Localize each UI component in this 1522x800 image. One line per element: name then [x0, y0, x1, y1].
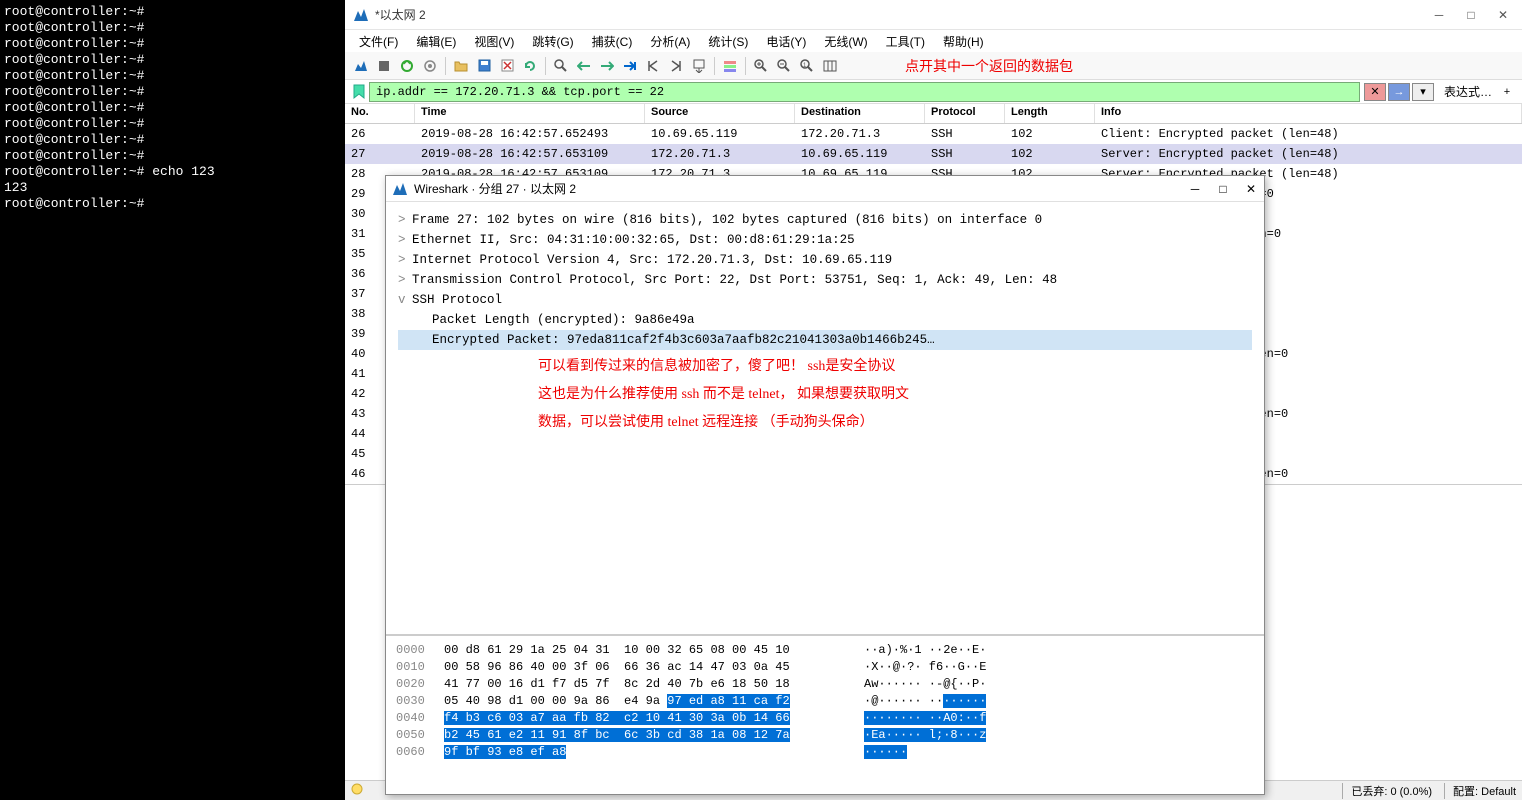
popup-title: Wireshark · 分组 27 · 以太网 2 [414, 180, 1188, 197]
save-file-icon[interactable] [474, 56, 494, 76]
menu-item[interactable]: 统计(S) [700, 31, 756, 52]
popup-minimize-button[interactable]: ─ [1188, 182, 1202, 196]
tree-row[interactable]: Encrypted Packet: 97eda811caf2f4b3c603a7… [398, 330, 1252, 350]
hex-row[interactable]: 0050b2 45 61 e2 11 91 8f bc 6c 3b cd 38 … [396, 727, 1254, 744]
packet-row[interactable]: 262019-08-28 16:42:57.65249310.69.65.119… [345, 124, 1522, 144]
tree-row[interactable]: >Internet Protocol Version 4, Src: 172.2… [398, 250, 1252, 270]
toolbar: 1 点开其中一个返回的数据包 [345, 52, 1522, 80]
restart-capture-icon[interactable] [397, 56, 417, 76]
column-header[interactable]: Info [1095, 104, 1522, 123]
apply-filter-button[interactable]: → [1388, 83, 1410, 101]
zoom-reset-icon[interactable]: 1 [797, 56, 817, 76]
annotation-text: 这也是为什么推荐使用 ssh 而不是 telnet， 如果想要获取明文 [538, 384, 1252, 406]
toolbar-separator [545, 57, 546, 75]
annotation-text: 可以看到传过来的信息被加密了，傻了吧！ ssh是安全协议 [538, 356, 1252, 378]
go-last-icon[interactable] [666, 56, 686, 76]
stop-capture-icon[interactable] [374, 56, 394, 76]
window-title: *以太网 2 [375, 6, 1432, 23]
hex-row[interactable]: 0040f4 b3 c6 03 a7 aa fb 82 c2 10 41 30 … [396, 710, 1254, 727]
close-file-icon[interactable] [497, 56, 517, 76]
expand-icon[interactable]: > [398, 230, 412, 250]
column-header[interactable]: No. [345, 104, 415, 123]
resize-columns-icon[interactable] [820, 56, 840, 76]
statusbar-ready-icon [351, 783, 363, 798]
menu-item[interactable]: 分析(A) [642, 31, 698, 52]
annotation-text: 点开其中一个返回的数据包 [905, 56, 1073, 76]
hex-row[interactable]: 00609f bf 93 e8 ef a8······ [396, 744, 1254, 761]
menu-item[interactable]: 编辑(E) [408, 31, 464, 52]
column-header[interactable]: Protocol [925, 104, 1005, 123]
column-header[interactable]: Time [415, 104, 645, 123]
maximize-button[interactable]: □ [1464, 8, 1478, 22]
add-filter-button[interactable]: + [1496, 83, 1518, 101]
popup-close-button[interactable]: ✕ [1244, 182, 1258, 196]
go-back-icon[interactable] [574, 56, 594, 76]
expand-icon[interactable]: > [398, 270, 412, 290]
menu-item[interactable]: 帮助(H) [935, 31, 992, 52]
collapse-icon[interactable]: v [398, 290, 412, 310]
column-header[interactable]: Destination [795, 104, 925, 123]
colorize-icon[interactable] [720, 56, 740, 76]
zoom-in-icon[interactable] [751, 56, 771, 76]
menu-item[interactable]: 捕获(C) [584, 31, 641, 52]
menu-item[interactable]: 跳转(G) [524, 31, 581, 52]
menubar: 文件(F)编辑(E)视图(V)跳转(G)捕获(C)分析(A)统计(S)电话(Y)… [345, 30, 1522, 52]
open-file-icon[interactable] [451, 56, 471, 76]
annotation-text: 数据，可以尝试使用 telnet 远程连接 （手动狗头保命） [538, 412, 1252, 434]
tree-row[interactable]: >Frame 27: 102 bytes on wire (816 bits),… [398, 210, 1252, 230]
tree-row[interactable]: Packet Length (encrypted): 9a86e49a [398, 310, 1252, 330]
statusbar-dropped: 已丢弃: 0 (0.0%) [1342, 783, 1432, 799]
hex-row[interactable]: 001000 58 96 86 40 00 3f 06 66 36 ac 14 … [396, 659, 1254, 676]
menu-item[interactable]: 无线(W) [816, 31, 875, 52]
menu-item[interactable]: 工具(T) [878, 31, 933, 52]
popup-titlebar: Wireshark · 分组 27 · 以太网 2 ─ □ ✕ [386, 176, 1264, 202]
expression-button[interactable]: 表达式… [1440, 83, 1496, 100]
statusbar-profile[interactable]: 配置: Default [1444, 783, 1516, 799]
terminal-window[interactable]: root@controller:~#root@controller:~#root… [0, 0, 345, 800]
wireshark-icon [353, 7, 369, 23]
tree-row[interactable]: >Transmission Control Protocol, Src Port… [398, 270, 1252, 290]
packet-detail-tree[interactable]: >Frame 27: 102 bytes on wire (816 bits),… [386, 202, 1264, 634]
go-first-icon[interactable] [643, 56, 663, 76]
column-header[interactable]: Length [1005, 104, 1095, 123]
go-to-packet-icon[interactable] [620, 56, 640, 76]
tree-row[interactable]: vSSH Protocol [398, 290, 1252, 310]
auto-scroll-icon[interactable] [689, 56, 709, 76]
hex-row[interactable]: 002041 77 00 16 d1 f7 d5 7f 8c 2d 40 7b … [396, 676, 1254, 693]
packet-detail-window: Wireshark · 分组 27 · 以太网 2 ─ □ ✕ >Frame 2… [385, 175, 1265, 795]
zoom-out-icon[interactable] [774, 56, 794, 76]
bookmark-filter-icon[interactable] [349, 82, 369, 102]
toolbar-separator [445, 57, 446, 75]
filter-bar: ✕ → ▾ 表达式… + [345, 80, 1522, 104]
go-forward-icon[interactable] [597, 56, 617, 76]
menu-item[interactable]: 文件(F) [351, 31, 406, 52]
reload-icon[interactable] [520, 56, 540, 76]
display-filter-input[interactable] [369, 82, 1360, 102]
menu-item[interactable]: 视图(V) [466, 31, 522, 52]
wireshark-icon [392, 181, 408, 197]
close-button[interactable]: ✕ [1496, 8, 1510, 22]
hex-row[interactable]: 003005 40 98 d1 00 00 9a 86 e4 9a 97 ed … [396, 693, 1254, 710]
find-icon[interactable] [551, 56, 571, 76]
hex-row[interactable]: 000000 d8 61 29 1a 25 04 31 10 00 32 65 … [396, 642, 1254, 659]
start-capture-icon[interactable] [351, 56, 371, 76]
column-header[interactable]: Source [645, 104, 795, 123]
packet-bytes-pane[interactable]: 000000 d8 61 29 1a 25 04 31 10 00 32 65 … [386, 634, 1264, 794]
capture-options-icon[interactable] [420, 56, 440, 76]
clear-filter-button[interactable]: ✕ [1364, 83, 1386, 101]
toolbar-separator [714, 57, 715, 75]
tree-row[interactable]: >Ethernet II, Src: 04:31:10:00:32:65, Ds… [398, 230, 1252, 250]
toolbar-separator [745, 57, 746, 75]
recent-filter-button[interactable]: ▾ [1412, 83, 1434, 101]
popup-maximize-button[interactable]: □ [1216, 182, 1230, 196]
expand-icon[interactable]: > [398, 210, 412, 230]
minimize-button[interactable]: ─ [1432, 8, 1446, 22]
packet-row[interactable]: 272019-08-28 16:42:57.653109172.20.71.31… [345, 144, 1522, 164]
titlebar: *以太网 2 ─ □ ✕ [345, 0, 1522, 30]
packet-list-header: No.TimeSourceDestinationProtocolLengthIn… [345, 104, 1522, 124]
menu-item[interactable]: 电话(Y) [758, 31, 814, 52]
expand-icon[interactable]: > [398, 250, 412, 270]
